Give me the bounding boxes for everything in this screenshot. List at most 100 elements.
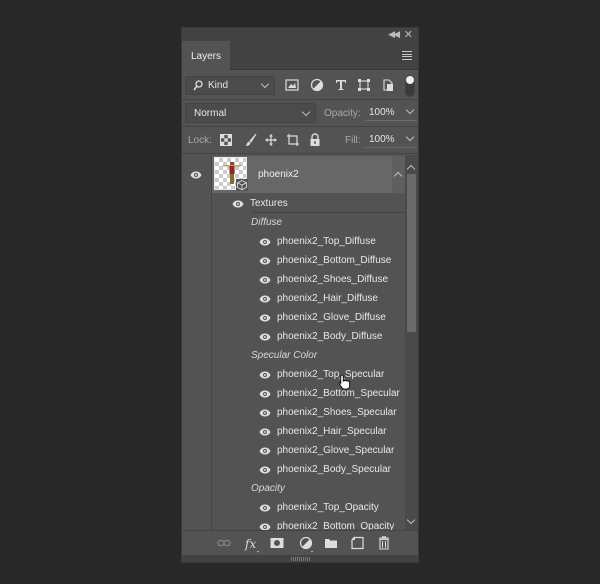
layers-panel: ◀◀ ✕ Layers Kind Normal Opacity: 100% Lo… [181,27,419,563]
close-panel-icon[interactable]: ✕ [404,28,413,41]
eye-icon[interactable] [259,390,271,398]
eye-icon[interactable] [259,447,271,455]
eye-icon[interactable] [259,295,271,303]
layer-name[interactable]: phoenix2 [258,169,299,180]
eye-icon[interactable] [190,171,202,179]
texture-group-header: Diffuse [212,213,405,232]
fill-field[interactable]: 100% [365,130,417,148]
filter-kind-select[interactable]: Kind [185,76,275,95]
collapse-layer-effects-button[interactable] [392,156,405,193]
texture-item[interactable]: phoenix2_Shoes_Diffuse [212,270,405,289]
filter-row: Kind [182,75,418,99]
eye-icon[interactable] [259,428,271,436]
eye-icon[interactable] [259,333,271,341]
texture-item[interactable]: phoenix2_Glove_Specular [212,441,405,460]
texture-item-name[interactable]: phoenix2_Glove_Specular [277,445,394,456]
eye-icon[interactable] [259,257,271,265]
type-layer-filter-icon[interactable] [334,78,348,92]
textures-label: Textures [250,198,288,209]
texture-item[interactable]: phoenix2_Body_Diffuse [212,327,405,346]
texture-item-name[interactable]: phoenix2_Body_Specular [277,464,391,475]
panel-menu-icon[interactable] [402,51,412,60]
layer-thumbnail[interactable] [214,157,248,191]
divider [182,99,418,100]
eye-icon[interactable] [259,238,271,246]
lock-position-icon[interactable] [264,133,278,147]
opacity-label: Opacity: [324,108,361,119]
scrollbar-thumb[interactable] [407,174,416,332]
texture-item-name[interactable]: phoenix2_Top_Specular [277,369,384,380]
opacity-value: 100% [369,107,395,118]
texture-item-name[interactable]: phoenix2_Hair_Diffuse [277,293,378,304]
texture-item[interactable]: phoenix2_Hair_Specular [212,422,405,441]
pixel-layer-filter-icon[interactable] [285,78,299,92]
lock-image-pixels-icon[interactable] [245,133,257,147]
texture-item-name[interactable]: phoenix2_Glove_Diffuse [277,312,386,323]
texture-item[interactable]: phoenix2_Top_Opacity [212,498,405,517]
add-mask-icon[interactable] [270,536,284,550]
texture-item[interactable]: phoenix2_Top_Diffuse [212,232,405,251]
texture-item[interactable]: phoenix2_Bottom_Opacity [212,517,405,530]
eye-icon[interactable] [259,409,271,417]
lock-all-icon[interactable] [309,133,321,147]
grip-lines [291,557,311,561]
lock-label: Lock: [188,135,212,146]
texture-item[interactable]: phoenix2_Top_Specular [212,365,405,384]
texture-item-name[interactable]: phoenix2_Bottom_Diffuse [277,255,391,266]
lock-artboard-icon[interactable] [286,133,300,147]
texture-item-name[interactable]: phoenix2_Bottom_Specular [277,388,400,399]
scroll-down-icon[interactable] [406,515,416,525]
texture-item-name[interactable]: phoenix2_Shoes_Specular [277,407,397,418]
texture-group-label: Specular Color [251,350,318,361]
fill-label: Fill: [345,135,361,146]
texture-item[interactable]: phoenix2_Glove_Diffuse [212,308,405,327]
texture-item-name[interactable]: phoenix2_Shoes_Diffuse [277,274,388,285]
chevron-down-icon[interactable] [405,132,415,142]
texture-item[interactable]: phoenix2_Body_Specular [212,460,405,479]
new-fill-adjustment-layer-icon[interactable] [299,536,315,554]
filter-toggle[interactable] [405,75,415,97]
texture-item-name[interactable]: phoenix2_Top_Diffuse [277,236,376,247]
eye-icon[interactable] [259,466,271,474]
eye-icon[interactable] [259,371,271,379]
search-icon [193,80,203,91]
panel-resize-grip[interactable] [182,555,418,562]
scroll-up-icon[interactable] [406,164,416,174]
fx-layer-style-icon[interactable]: fx [244,536,260,554]
eye-icon[interactable] [259,523,271,530]
texture-item-name[interactable]: phoenix2_Top_Opacity [277,502,379,513]
texture-item-name[interactable]: phoenix2_Bottom_Opacity [277,521,394,530]
lock-transparent-pixels-icon[interactable] [220,133,232,147]
blend-mode-value: Normal [194,108,227,119]
texture-item[interactable]: phoenix2_Shoes_Specular [212,403,405,422]
texture-item-name[interactable]: phoenix2_Hair_Specular [277,426,387,437]
layers-scrollbar[interactable] [405,155,418,530]
collapse-panel-icon[interactable]: ◀◀ [388,29,400,40]
texture-item[interactable]: phoenix2_Bottom_Diffuse [212,251,405,270]
eye-icon[interactable] [259,504,271,512]
texture-group-label: Diffuse [251,217,283,228]
texture-group-header: Specular Color [212,346,405,365]
new-layer-icon[interactable] [351,536,365,550]
texture-item[interactable]: phoenix2_Bottom_Specular [212,384,405,403]
textures-row[interactable]: Textures [212,194,405,213]
eye-icon[interactable] [259,314,271,322]
link-layers-icon[interactable] [217,536,231,550]
eye-icon[interactable] [259,276,271,284]
adjustment-layer-filter-icon[interactable] [310,78,324,92]
shape-layer-filter-icon[interactable] [357,78,371,92]
texture-item[interactable]: phoenix2_Hair_Diffuse [212,289,405,308]
smart-object-filter-icon[interactable] [381,78,395,92]
texture-item-name[interactable]: phoenix2_Body_Diffuse [277,331,382,342]
opacity-field[interactable]: 100% [365,103,417,121]
layer-row-phoenix2[interactable]: phoenix2 [212,156,405,193]
blend-mode-select[interactable]: Normal [185,103,316,123]
toggle-knob [406,76,414,84]
tab-layers[interactable]: Layers [182,41,230,71]
delete-layer-icon[interactable] [377,536,391,550]
layers-list[interactable]: phoenix2 Textures Diffuse phoenix2_Top_Di… [182,155,418,530]
chevron-down-icon[interactable] [405,105,415,115]
blend-row: Normal Opacity: 100% [182,102,418,124]
eye-icon[interactable] [232,200,244,208]
new-group-icon[interactable] [324,536,338,550]
